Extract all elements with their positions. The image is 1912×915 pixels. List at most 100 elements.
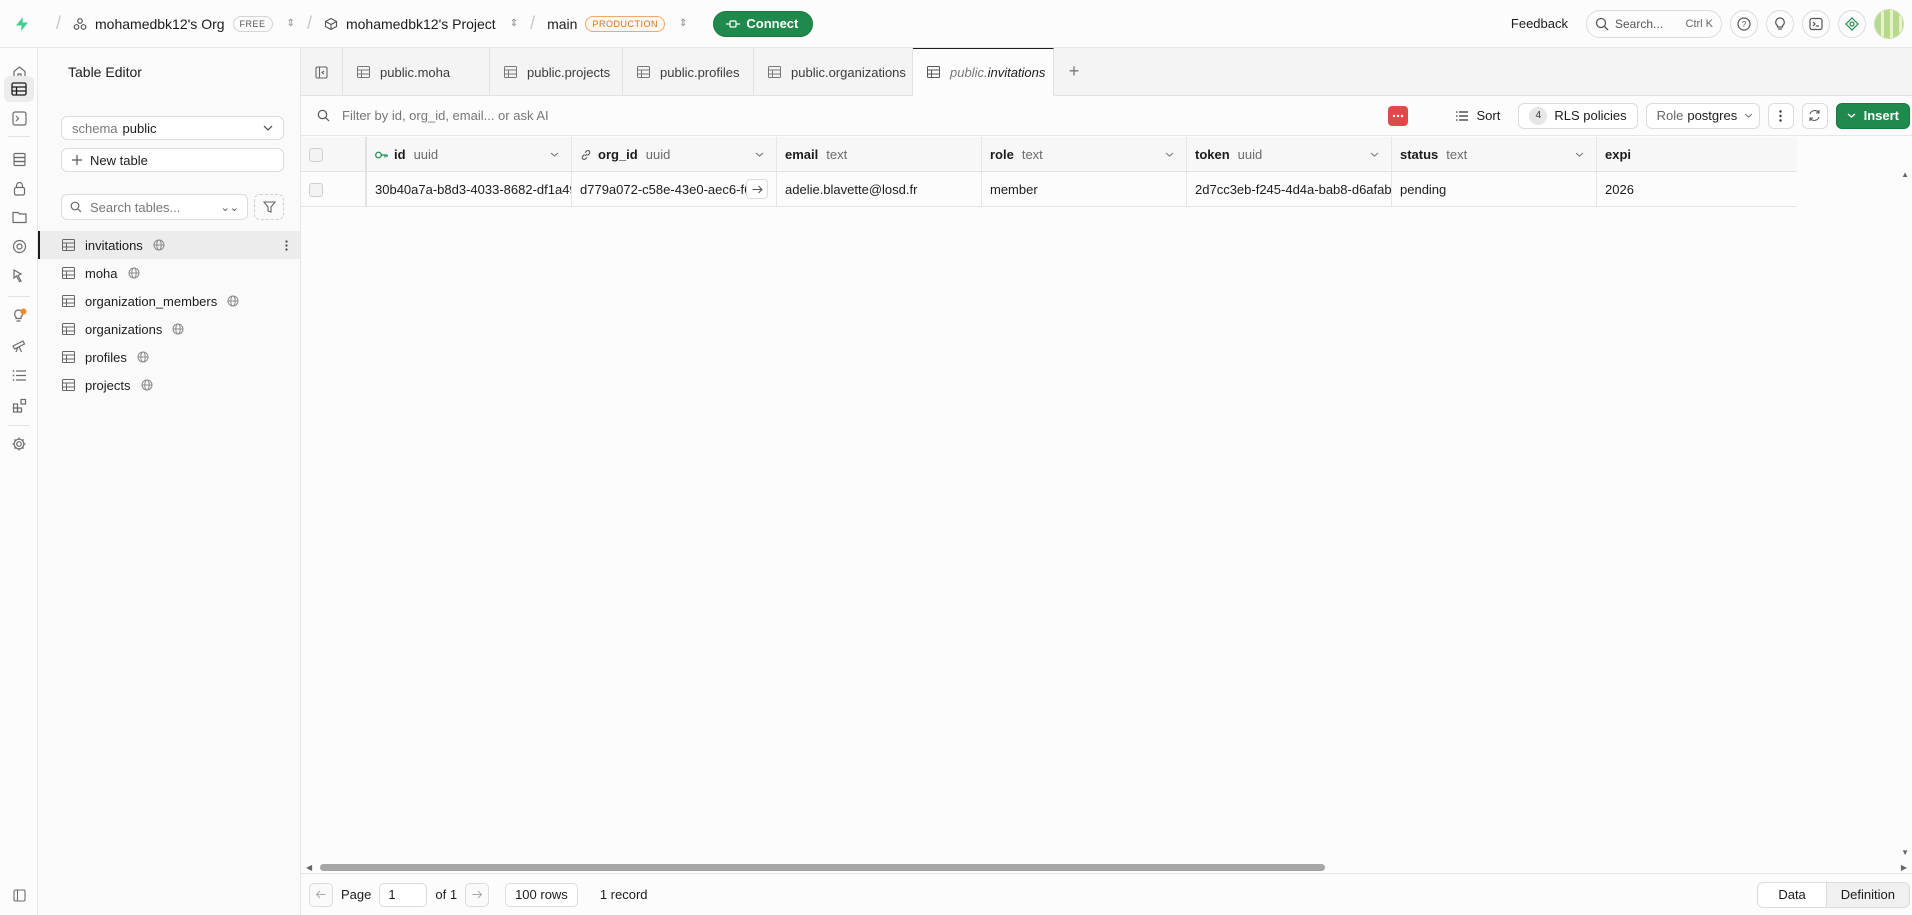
project-switcher[interactable]: mohamedbk12's Project ⇕ <box>324 16 518 32</box>
column-header-id[interactable]: id uuid <box>367 137 572 172</box>
cell-org-id[interactable]: d779a072-c58e-43e0-aec6-f6... <box>572 172 777 207</box>
more-options-icon[interactable] <box>1767 102 1794 129</box>
chevron-down-icon[interactable] <box>1165 152 1174 157</box>
supabase-logo-icon[interactable] <box>0 16 44 32</box>
tab-public-invitations[interactable]: public.invitations <box>913 48 1054 96</box>
cell-id[interactable]: 30b40a7a-b8d3-4033-8682-df1a4911c <box>367 172 572 207</box>
cell-role[interactable]: member <box>982 172 1187 207</box>
sidebar-table-item[interactable]: projects <box>38 371 300 399</box>
global-search-button[interactable]: Search... Ctrl K <box>1586 9 1722 38</box>
feedback-button[interactable]: Feedback <box>1511 16 1568 31</box>
previous-page-icon[interactable] <box>309 882 333 907</box>
data-view-button[interactable]: Data <box>1758 882 1827 907</box>
rls-count-badge: 4 <box>1529 106 1548 125</box>
horizontal-scrollbar[interactable]: ◀ ▶ <box>301 861 1912 873</box>
settings-gear-icon[interactable] <box>9 434 29 454</box>
sidebar-table-name: projects <box>85 377 131 393</box>
rows-per-page-button[interactable]: 100 rows <box>505 882 578 907</box>
sidebar-table-item[interactable]: organization_members <box>38 287 300 315</box>
connect-button[interactable]: Connect <box>713 10 814 37</box>
table-row[interactable]: 30b40a7a-b8d3-4033-8682-df1a4911c d779a0… <box>301 172 1797 207</box>
tab-public-profiles[interactable]: public.profiles <box>623 48 754 96</box>
edge-functions-icon[interactable] <box>9 265 29 285</box>
view-toggle: Data Definition <box>1757 881 1910 908</box>
page-number-input[interactable]: 1 <box>379 882 428 907</box>
row-checkbox-cell <box>301 172 367 207</box>
scroll-down-arrow-icon[interactable]: ▼ <box>1901 848 1909 857</box>
chevron-down-icon[interactable] <box>1575 152 1584 157</box>
cell-email[interactable]: adelie.blavette@losd.fr <box>777 172 982 207</box>
row-checkbox[interactable] <box>309 182 323 197</box>
chevron-down-icon[interactable] <box>1370 152 1379 157</box>
sidebar-table-item[interactable]: organizations <box>38 315 300 343</box>
chevron-down-icon[interactable] <box>550 152 559 157</box>
definition-view-button[interactable]: Definition <box>1827 883 1909 907</box>
logs-list-icon[interactable] <box>9 365 29 385</box>
connect-label: Connect <box>746 16 799 31</box>
schema-select[interactable]: schema public <box>61 116 284 140</box>
cell-status[interactable]: pending <box>1392 172 1597 207</box>
org-switcher[interactable]: mohamedbk12's Org FREE ⇕ <box>73 15 295 32</box>
tab-public-projects[interactable]: public.projects <box>490 48 623 96</box>
scroll-right-arrow-icon[interactable]: ▶ <box>1901 863 1907 872</box>
new-table-button[interactable]: New table <box>61 148 284 172</box>
plus-icon <box>72 155 82 165</box>
collapse-panel-icon[interactable] <box>301 48 343 96</box>
refresh-icon[interactable] <box>1801 102 1828 129</box>
branch-name: main <box>547 15 578 32</box>
scroll-left-arrow-icon[interactable]: ◀ <box>306 863 312 872</box>
role-select[interactable]: Role postgres <box>1645 102 1760 129</box>
add-tab-icon[interactable]: + <box>1054 48 1094 95</box>
next-page-icon[interactable] <box>465 882 490 907</box>
sidebar-table-name: moha <box>85 265 118 281</box>
realtime-icon[interactable] <box>9 236 29 256</box>
table-icon <box>62 295 75 307</box>
scroll-up-arrow-icon[interactable]: ▲ <box>1901 170 1909 179</box>
cell-token[interactable]: 2d7cc3eb-f245-4d4a-bab8-d6afab000 <box>1187 172 1392 207</box>
lightbulb-icon[interactable] <box>1766 9 1794 38</box>
branch-switcher[interactable]: main PRODUCTION ⇕ <box>547 15 687 32</box>
column-header-email[interactable]: email text <box>777 137 982 172</box>
filter-icon[interactable] <box>254 194 284 220</box>
sidebar-table-item[interactable]: profiles <box>38 343 300 371</box>
record-icon[interactable] <box>1388 105 1409 126</box>
integrations-icon[interactable] <box>9 395 29 415</box>
assistant-icon[interactable] <box>1838 9 1866 38</box>
search-icon <box>317 109 330 122</box>
insert-button[interactable]: Insert <box>1835 102 1910 129</box>
more-options-icon[interactable] <box>285 239 288 251</box>
auth-lock-icon[interactable] <box>9 178 29 198</box>
advisors-bulb-icon[interactable] <box>9 306 29 326</box>
sql-editor-icon[interactable] <box>9 108 29 128</box>
sort-lines-icon <box>1456 110 1469 121</box>
sort-chevrons-icon[interactable]: ⌄⌄ <box>221 201 239 214</box>
sidebar-table-item[interactable]: invitations <box>38 231 300 259</box>
database-icon[interactable] <box>9 149 29 169</box>
help-icon[interactable]: ? <box>1730 9 1758 38</box>
chevron-down-icon[interactable] <box>755 152 764 157</box>
arrow-right-icon[interactable] <box>746 179 768 199</box>
column-header-role[interactable]: role text <box>982 137 1187 172</box>
observability-telescope-icon[interactable] <box>9 335 29 355</box>
column-header-expires[interactable]: expi <box>1597 137 1797 172</box>
terminal-icon[interactable] <box>1802 9 1830 38</box>
table-editor-icon[interactable] <box>4 76 34 102</box>
column-header-org-id[interactable]: org_id uuid <box>572 137 777 172</box>
tab-public-organizations[interactable]: public.organizations <box>754 48 913 96</box>
cell-expires[interactable]: 2026 <box>1597 172 1797 207</box>
tab-public-moha[interactable]: public.moha <box>343 48 490 96</box>
sidebar-table-item[interactable]: moha <box>38 259 300 287</box>
select-all-checkbox[interactable] <box>309 147 323 162</box>
user-avatar[interactable] <box>1874 8 1904 39</box>
scrollbar-thumb[interactable] <box>320 864 1325 871</box>
column-header-status[interactable]: status text <box>1392 137 1597 172</box>
sort-button[interactable]: Sort <box>1446 103 1510 129</box>
tab-label: public.profiles <box>660 64 740 80</box>
chevron-updown-icon: ⇕ <box>509 18 519 29</box>
search-tables-input[interactable]: Search tables... ⌄⌄ <box>61 194 248 220</box>
collapse-sidebar-icon[interactable] <box>9 885 29 905</box>
storage-folder-icon[interactable] <box>9 207 29 227</box>
filter-input[interactable]: Filter by id, org_id, email... or ask AI <box>301 108 549 123</box>
rls-policies-button[interactable]: 4 RLS policies <box>1518 102 1638 129</box>
column-header-token[interactable]: token uuid <box>1187 137 1392 172</box>
